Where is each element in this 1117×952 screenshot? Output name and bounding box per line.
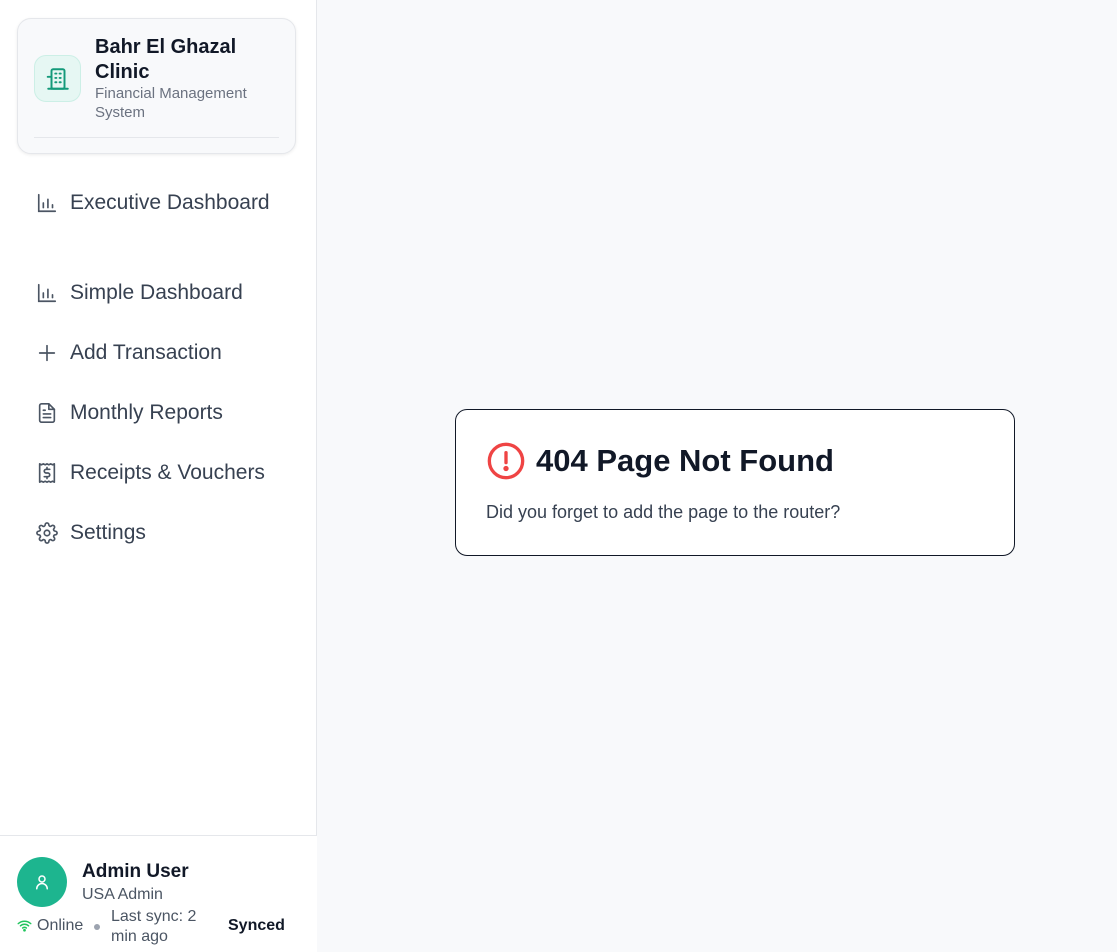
receipt-icon <box>28 458 70 488</box>
divider <box>34 137 279 138</box>
error-card: 404 Page Not Found Did you forget to add… <box>455 409 1015 556</box>
nav-label: Simple Dashboard <box>70 281 243 304</box>
bar-chart-icon <box>28 188 70 218</box>
building-icon <box>34 55 81 102</box>
nav-item-executive-dashboard[interactable]: Executive Dashboard <box>28 188 298 218</box>
separator-dot <box>94 924 100 930</box>
alert-circle-icon <box>486 441 526 486</box>
last-sync: Last sync: 2 min ago <box>111 908 197 945</box>
nav-item-monthly-reports[interactable]: Monthly Reports <box>28 398 298 428</box>
gear-icon <box>28 518 70 548</box>
nav-label: Executive Dashboard <box>70 191 270 214</box>
wifi-icon <box>17 919 32 937</box>
user-role: USA Admin <box>82 886 163 903</box>
nav-label: Add Transaction <box>70 341 222 364</box>
sidebar: Bahr El Ghazal Clinic Financial Manageme… <box>0 0 317 952</box>
brand-subtitle: Financial Management System <box>95 85 247 121</box>
nav-item-simple-dashboard[interactable]: Simple Dashboard <box>28 278 298 308</box>
plus-icon <box>28 338 70 368</box>
brand-name: Bahr El Ghazal Clinic <box>95 36 237 83</box>
status-row: Online Last sync: 2 min ago Synced <box>17 906 307 948</box>
nav-label: Monthly Reports <box>70 401 223 424</box>
bar-chart-icon <box>28 278 70 308</box>
sync-status-badge: Synced <box>228 917 285 934</box>
nav-item-settings[interactable]: Settings <box>28 518 298 548</box>
brand-card: Bahr El Ghazal Clinic Financial Manageme… <box>17 18 296 154</box>
user-name: Admin User <box>82 861 189 882</box>
avatar[interactable] <box>17 857 67 907</box>
user-icon <box>36 875 48 890</box>
error-message: Did you forget to add the page to the ro… <box>486 502 841 522</box>
nav-label: Receipts & Vouchers <box>70 461 265 484</box>
nav-label: Settings <box>70 521 146 544</box>
nav-item-receipts-vouchers[interactable]: Receipts & Vouchers <box>28 458 298 488</box>
sidebar-footer: Admin User USA Admin Online Last sync: 2… <box>0 835 317 952</box>
file-text-icon <box>28 398 70 428</box>
error-title: 404 Page Not Found <box>536 443 834 478</box>
nav-item-add-transaction[interactable]: Add Transaction <box>28 338 298 368</box>
connection-status: Online <box>37 917 84 934</box>
